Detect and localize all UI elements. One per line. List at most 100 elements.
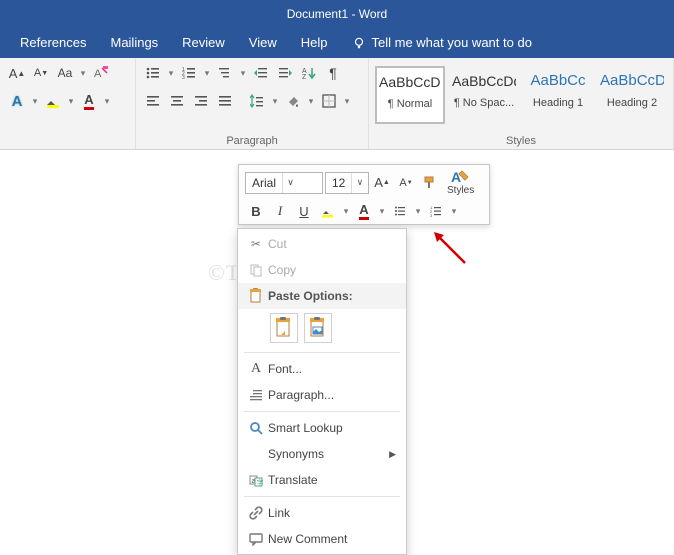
- font-family-combo[interactable]: Arial ∨: [245, 172, 323, 194]
- chevron-down-icon[interactable]: ▾: [66, 96, 76, 107]
- style-sample: AaBbCcD: [600, 71, 664, 97]
- shrink-font-button[interactable]: A▼: [395, 172, 417, 194]
- italic-button[interactable]: I: [269, 200, 291, 222]
- chevron-down-icon[interactable]: ▾: [413, 206, 423, 217]
- tab-mailings[interactable]: Mailings: [98, 28, 170, 58]
- font-color-button[interactable]: A: [78, 90, 100, 112]
- comment-icon: [244, 532, 268, 546]
- format-painter-button[interactable]: [419, 172, 441, 194]
- paste-keep-source-button[interactable]: [270, 313, 298, 343]
- line-spacing-button[interactable]: [246, 90, 268, 112]
- font-size-combo[interactable]: 12 ∨: [325, 172, 369, 194]
- styles-group-label: Styles: [375, 135, 667, 147]
- translate-icon: a字: [244, 473, 268, 487]
- underline-button[interactable]: U: [293, 200, 315, 222]
- styles-button[interactable]: A Styles: [447, 169, 474, 196]
- ctx-link[interactable]: Link: [238, 500, 406, 526]
- search-icon: [244, 421, 268, 435]
- bold-button[interactable]: B: [245, 200, 267, 222]
- highlight-button[interactable]: [42, 90, 64, 112]
- shrink-font-button[interactable]: A▼: [30, 62, 52, 84]
- style-name: ¶ Normal: [379, 98, 441, 110]
- chevron-down-icon[interactable]: ▾: [306, 96, 316, 107]
- shading-button[interactable]: [282, 90, 304, 112]
- ctx-paste-label: Paste Options:: [268, 289, 353, 303]
- font-icon: A: [244, 361, 268, 377]
- grow-font-button[interactable]: A▲: [371, 172, 393, 194]
- bullets-button[interactable]: [389, 200, 411, 222]
- sort-button[interactable]: AZ: [298, 62, 320, 84]
- numbering-button[interactable]: 123: [425, 200, 447, 222]
- chevron-down-icon[interactable]: ▾: [102, 96, 112, 107]
- tab-references[interactable]: References: [8, 28, 98, 58]
- align-center-button[interactable]: [166, 90, 188, 112]
- chevron-down-icon[interactable]: ∨: [282, 173, 298, 193]
- font-color-button[interactable]: A: [353, 200, 375, 222]
- style-sample: AaBbCcDd: [379, 72, 441, 98]
- style-tile-normal[interactable]: AaBbCcDd ¶ Normal: [375, 66, 445, 124]
- style-tile-heading2[interactable]: AaBbCcD Heading 2: [597, 66, 667, 124]
- align-right-button[interactable]: [190, 90, 212, 112]
- borders-button[interactable]: [318, 90, 340, 112]
- chevron-down-icon[interactable]: ▾: [78, 68, 88, 79]
- chevron-down-icon[interactable]: ▾: [238, 68, 248, 79]
- ctx-new-comment[interactable]: New Comment: [238, 526, 406, 552]
- ctx-paste-header: Paste Options:: [238, 283, 406, 309]
- ctx-translate-label: Translate: [268, 473, 318, 487]
- style-tile-nospacing[interactable]: AaBbCcDd ¶ No Spac...: [449, 66, 519, 124]
- bullets-button[interactable]: [142, 62, 164, 84]
- ctx-synonyms[interactable]: Synonyms ▶: [238, 441, 406, 467]
- chevron-down-icon[interactable]: ▾: [166, 68, 176, 79]
- font-group-label: [6, 135, 129, 147]
- chevron-down-icon[interactable]: ▾: [377, 206, 387, 217]
- style-tile-heading1[interactable]: AaBbCc Heading 1: [523, 66, 593, 124]
- separator: [244, 352, 400, 353]
- chevron-down-icon[interactable]: ▾: [270, 96, 280, 107]
- chevron-down-icon[interactable]: ▾: [30, 96, 40, 107]
- ctx-paragraph-label: Paragraph...: [268, 388, 334, 402]
- chevron-down-icon[interactable]: ▾: [342, 96, 352, 107]
- chevron-down-icon[interactable]: ∨: [351, 173, 367, 193]
- ctx-comment-label: New Comment: [268, 532, 347, 546]
- change-case-button[interactable]: Aa: [54, 62, 76, 84]
- svg-text:A: A: [451, 169, 461, 185]
- highlight-button[interactable]: [317, 200, 339, 222]
- ctx-smart-lookup[interactable]: Smart Lookup: [238, 415, 406, 441]
- increase-indent-button[interactable]: [274, 62, 296, 84]
- show-marks-button[interactable]: ¶: [322, 62, 344, 84]
- style-sample: AaBbCcDd: [452, 71, 516, 97]
- chevron-down-icon[interactable]: ▾: [449, 206, 459, 217]
- chevron-down-icon[interactable]: ▾: [341, 206, 351, 217]
- menu-bar: References Mailings Review View Help Tel…: [0, 28, 674, 58]
- ctx-link-label: Link: [268, 506, 290, 520]
- tell-me-label: Tell me what you want to do: [372, 28, 532, 58]
- tab-help[interactable]: Help: [289, 28, 340, 58]
- scissors-icon: ✂: [244, 237, 268, 251]
- ctx-translate[interactable]: a字 Translate: [238, 467, 406, 493]
- clear-formatting-button[interactable]: A: [90, 62, 112, 84]
- chevron-right-icon: ▶: [389, 449, 396, 460]
- tab-review[interactable]: Review: [170, 28, 237, 58]
- style-name: Heading 2: [600, 97, 664, 109]
- tell-me-search[interactable]: Tell me what you want to do: [340, 28, 544, 58]
- clipboard-icon: [244, 288, 268, 304]
- ctx-smart-label: Smart Lookup: [268, 421, 343, 435]
- paste-options-row: [238, 309, 406, 349]
- chevron-down-icon[interactable]: ▾: [202, 68, 212, 79]
- align-left-button[interactable]: [142, 90, 164, 112]
- text-effects-button[interactable]: A: [6, 90, 28, 112]
- copy-icon: [244, 263, 268, 277]
- decrease-indent-button[interactable]: [250, 62, 272, 84]
- justify-button[interactable]: [214, 90, 236, 112]
- styles-button-label: Styles: [447, 185, 474, 196]
- ctx-cut: ✂ Cut: [238, 231, 406, 257]
- multilevel-list-button[interactable]: [214, 62, 236, 84]
- ctx-copy-label: Copy: [268, 263, 296, 277]
- styles-group: AaBbCcDd ¶ Normal AaBbCcDd ¶ No Spac... …: [369, 58, 674, 149]
- tab-view[interactable]: View: [237, 28, 289, 58]
- paste-picture-button[interactable]: [304, 313, 332, 343]
- ctx-paragraph[interactable]: Paragraph...: [238, 382, 406, 408]
- grow-font-button[interactable]: A▲: [6, 62, 28, 84]
- ctx-font[interactable]: A Font...: [238, 356, 406, 382]
- numbering-button[interactable]: 123: [178, 62, 200, 84]
